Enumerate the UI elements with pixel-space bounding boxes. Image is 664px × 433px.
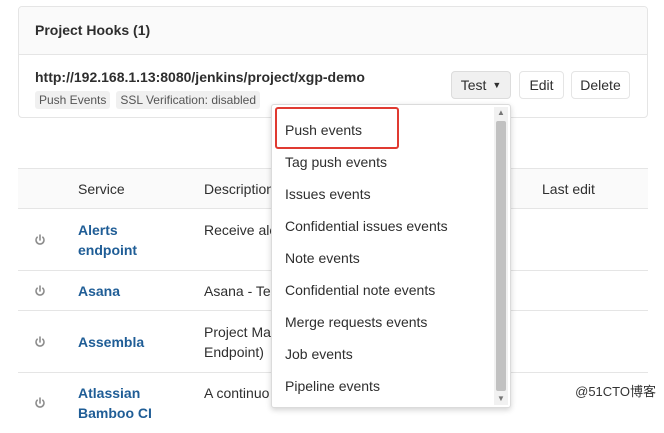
header-service: Service xyxy=(78,181,125,197)
service-name-line: Atlassian xyxy=(78,385,141,401)
caret-down-icon: ▼ xyxy=(492,80,502,90)
service-description: Asana - Tea xyxy=(204,283,279,299)
test-dropdown-button[interactable]: Test ▼ xyxy=(451,71,511,99)
test-events-dropdown: Push events Tag push events Issues event… xyxy=(271,104,511,408)
power-icon xyxy=(35,285,45,296)
hook-badges: Push Events SSL Verification: disabled xyxy=(35,91,261,109)
ssl-verification-badge: SSL Verification: disabled xyxy=(116,91,261,109)
menu-item-tag-push-events[interactable]: Tag push events xyxy=(285,154,387,170)
scroll-up-arrow-icon[interactable]: ▲ xyxy=(494,107,508,119)
service-description: Receive ale xyxy=(204,222,278,238)
hook-url: http://192.168.1.13:8080/jenkins/project… xyxy=(35,69,365,85)
scroll-thumb[interactable] xyxy=(496,121,506,391)
description-line: Endpoint) xyxy=(204,344,264,360)
header-description: Description xyxy=(204,181,275,197)
service-name-line: Bamboo CI xyxy=(78,405,152,421)
project-hooks-panel: Project Hooks (1) http://192.168.1.13:80… xyxy=(18,6,648,118)
delete-button[interactable]: Delete xyxy=(571,71,630,99)
dropdown-scrollbar[interactable]: ▲ ▼ xyxy=(494,107,508,405)
test-button-label: Test xyxy=(460,77,487,93)
power-icon xyxy=(35,234,45,245)
panel-title: Project Hooks (1) xyxy=(19,7,647,55)
header-last-edit: Last edit xyxy=(542,181,595,197)
menu-item-push-events[interactable]: Push events xyxy=(285,122,362,138)
menu-item-job-events[interactable]: Job events xyxy=(285,346,353,362)
scroll-down-arrow-icon[interactable]: ▼ xyxy=(494,393,508,405)
service-description: A continuo xyxy=(204,385,270,401)
menu-item-confidential-note-events[interactable]: Confidential note events xyxy=(285,282,435,298)
service-name-link[interactable]: Atlassian Bamboo CI xyxy=(78,383,152,423)
service-name-link[interactable]: Alerts endpoint xyxy=(78,220,137,260)
edit-button[interactable]: Edit xyxy=(519,71,564,99)
watermark: @51CTO博客 xyxy=(575,384,656,399)
service-name-link[interactable]: Asana xyxy=(78,281,120,301)
description-line: Project Ma xyxy=(204,324,271,340)
power-icon xyxy=(35,336,45,347)
menu-item-pipeline-events[interactable]: Pipeline events xyxy=(285,378,380,394)
service-description: Project Ma Endpoint) xyxy=(204,322,271,362)
service-name-line: endpoint xyxy=(78,242,138,258)
service-name-link[interactable]: Assembla xyxy=(78,332,144,352)
menu-item-note-events[interactable]: Note events xyxy=(285,250,360,266)
push-events-badge: Push Events xyxy=(35,91,111,109)
menu-item-issues-events[interactable]: Issues events xyxy=(285,186,371,202)
menu-item-merge-requests-events[interactable]: Merge requests events xyxy=(285,314,427,330)
power-icon xyxy=(35,397,45,408)
menu-item-confidential-issues-events[interactable]: Confidential issues events xyxy=(285,218,448,234)
service-name-line: Alerts xyxy=(78,222,118,238)
